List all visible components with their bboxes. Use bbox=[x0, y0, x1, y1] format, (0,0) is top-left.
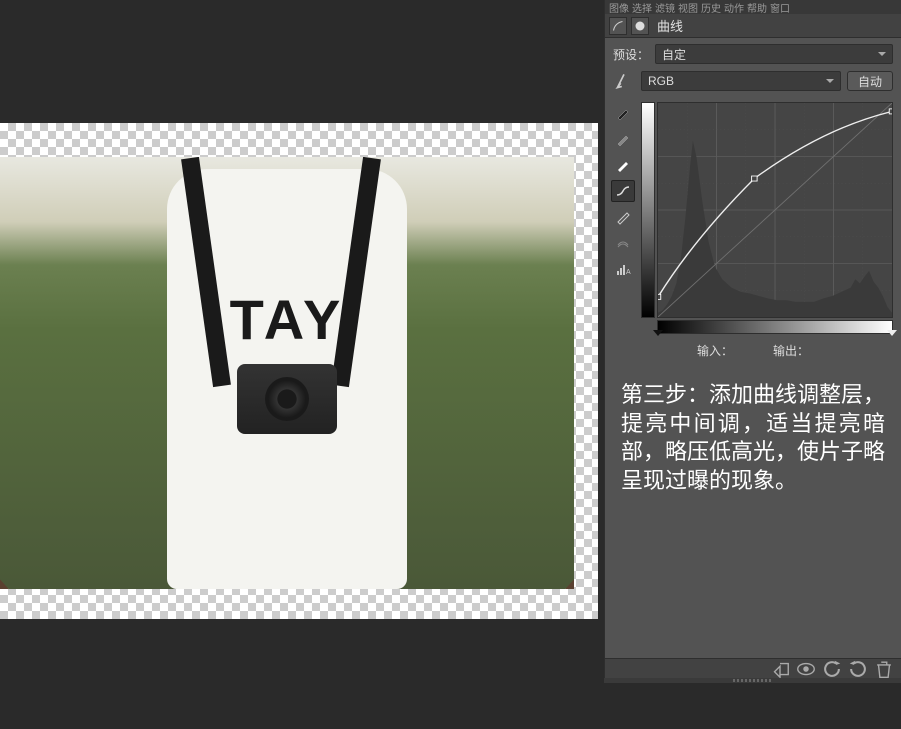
svg-text:A: A bbox=[626, 269, 631, 276]
eyedropper-white-icon[interactable] bbox=[611, 154, 635, 176]
railroad-track-right bbox=[378, 350, 574, 589]
eyedropper-gray-icon[interactable] bbox=[611, 128, 635, 150]
adjustment-tab-icon[interactable] bbox=[609, 17, 627, 35]
input-output-row: 输入： 输出： bbox=[605, 334, 901, 369]
finger-target-icon[interactable] bbox=[613, 70, 635, 92]
canvas-transparency-area[interactable]: TAY bbox=[0, 123, 598, 619]
smooth-tool-icon[interactable] bbox=[611, 232, 635, 254]
curves-svg[interactable] bbox=[658, 103, 892, 317]
panel-footer bbox=[605, 658, 901, 678]
pencil-icon[interactable] bbox=[611, 206, 635, 228]
delete-icon[interactable] bbox=[873, 661, 895, 677]
preset-value: 自定 bbox=[662, 46, 686, 63]
menu-item[interactable]: 窗口 bbox=[770, 0, 790, 14]
instruction-text: 第三步：添加曲线调整层，提亮中间调，适当提亮暗部，略压低高光，使片子略呈现过曝的… bbox=[605, 369, 901, 507]
camera-body bbox=[237, 364, 337, 434]
auto-button[interactable]: 自动 bbox=[847, 71, 893, 91]
camera-strap-left bbox=[181, 157, 231, 387]
curves-tool-column: A bbox=[611, 102, 635, 334]
panel-resize-handle[interactable] bbox=[604, 678, 901, 683]
curve-smooth-icon[interactable] bbox=[611, 180, 635, 202]
clip-to-layer-icon[interactable] bbox=[769, 661, 791, 677]
curves-adjustment-panel: 图像 选择 滤镜 视图 历史 动作 帮助 窗口 曲线 预设： 自定 RGB 自动 bbox=[604, 0, 901, 678]
output-gradient-ramp bbox=[641, 102, 655, 318]
preset-dropdown[interactable]: 自定 bbox=[655, 44, 893, 64]
railroad-track-left bbox=[0, 350, 196, 589]
preset-label: 预设： bbox=[613, 46, 649, 63]
edited-photo: TAY bbox=[0, 157, 574, 589]
input-label: 输入： bbox=[697, 342, 733, 359]
visibility-icon[interactable] bbox=[795, 661, 817, 677]
curves-graph[interactable] bbox=[641, 102, 893, 334]
camera-strap-right bbox=[331, 157, 381, 387]
reset-previous-icon[interactable] bbox=[821, 661, 843, 677]
eyedropper-black-icon[interactable] bbox=[611, 102, 635, 124]
menu-item[interactable]: 选择 bbox=[632, 0, 652, 14]
mask-tab-icon[interactable] bbox=[631, 17, 649, 35]
channel-dropdown[interactable]: RGB bbox=[641, 71, 841, 91]
panel-title: 曲线 bbox=[653, 16, 687, 35]
input-gradient-ramp bbox=[657, 320, 893, 334]
menu-item[interactable]: 历史 bbox=[701, 0, 721, 14]
top-menu-strip: 图像 选择 滤镜 视图 历史 动作 帮助 窗口 bbox=[605, 0, 901, 14]
menu-item[interactable]: 帮助 bbox=[747, 0, 767, 14]
output-label: 输出： bbox=[773, 342, 809, 359]
black-point-slider[interactable] bbox=[653, 330, 663, 336]
preset-row: 预设： 自定 bbox=[605, 38, 901, 70]
menu-item[interactable]: 动作 bbox=[724, 0, 744, 14]
auto-button-label: 自动 bbox=[858, 73, 882, 90]
menu-item[interactable]: 图像 bbox=[609, 0, 629, 14]
curves-editor-wrapper: A bbox=[605, 98, 901, 334]
menu-item[interactable]: 滤镜 bbox=[655, 0, 675, 14]
reset-default-icon[interactable] bbox=[847, 661, 869, 677]
channel-value: RGB bbox=[648, 74, 674, 88]
clip-histogram-icon[interactable]: A bbox=[611, 258, 635, 280]
panel-tab-bar: 曲线 bbox=[605, 14, 901, 38]
channel-row: RGB 自动 bbox=[605, 70, 901, 98]
curves-plot-area[interactable] bbox=[657, 102, 893, 318]
white-point-slider[interactable] bbox=[887, 330, 897, 336]
shirt-print-text: TAY bbox=[230, 287, 345, 352]
menu-item[interactable]: 视图 bbox=[678, 0, 698, 14]
